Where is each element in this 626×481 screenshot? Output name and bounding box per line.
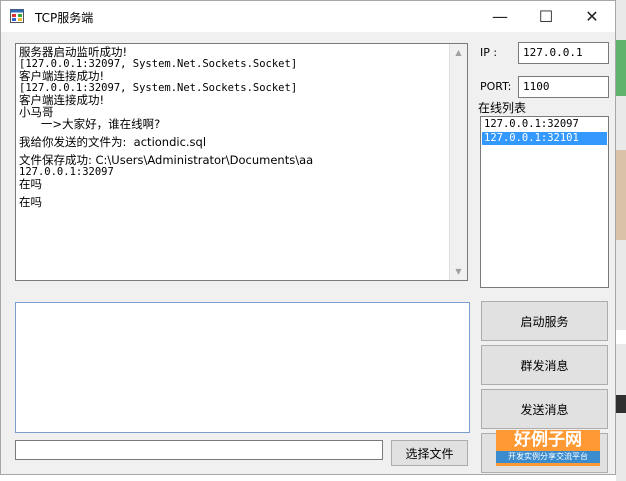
- desktop-fragment: [616, 395, 626, 413]
- log-line: 客户端连接成功!: [19, 93, 105, 107]
- title-bar[interactable]: TCP服务端 — ☐ ✕: [1, 1, 615, 32]
- log-line: 服务器启动监听成功!: [19, 45, 128, 59]
- chat-log-scrollbar[interactable]: ▲ ▼: [449, 44, 467, 280]
- log-line: 文件保存成功: C:\Users\Administrator\Documents…: [19, 153, 314, 167]
- watermark-subtitle: 开发实例分享交流平台: [496, 451, 600, 463]
- client-area: 服务器启动监听成功! [127.0.0.1:32097, System.Net.S…: [1, 32, 615, 474]
- ip-field[interactable]: 127.0.0.1: [518, 42, 609, 64]
- desktop-fragment: [616, 40, 626, 96]
- log-line: 在吗: [19, 177, 42, 191]
- log-line: 127.0.0.1:32097: [19, 166, 114, 178]
- desktop-background: [616, 0, 626, 481]
- log-line: 一>大家好，谁在线啊?: [19, 117, 161, 131]
- app-icon: [10, 9, 24, 23]
- start-service-button[interactable]: 启动服务: [481, 301, 608, 341]
- scroll-down-icon[interactable]: ▼: [450, 263, 467, 280]
- online-list[interactable]: 127.0.0.1:32097 127.0.0.1:32101: [480, 116, 609, 288]
- file-path-field[interactable]: [15, 440, 383, 460]
- window-title: TCP服务端: [35, 11, 94, 25]
- log-line: 客户端连接成功!: [19, 69, 105, 83]
- online-list-label: 在线列表: [478, 101, 527, 115]
- chat-log[interactable]: 服务器启动监听成功! [127.0.0.1:32097, System.Net.S…: [15, 43, 468, 281]
- maximize-button[interactable]: ☐: [523, 1, 569, 32]
- broadcast-button[interactable]: 群发消息: [481, 345, 608, 385]
- choose-file-button[interactable]: 选择文件: [391, 440, 468, 466]
- message-input[interactable]: [15, 302, 470, 433]
- close-button[interactable]: ✕: [569, 1, 615, 32]
- port-label: PORT:: [480, 80, 512, 93]
- desktop-fragment: [616, 330, 626, 344]
- scroll-up-icon[interactable]: ▲: [450, 44, 467, 61]
- log-line: 在吗: [19, 195, 42, 209]
- site-watermark: 好例子网 开发实例分享交流平台: [496, 430, 600, 466]
- tcp-server-window: TCP服务端 — ☐ ✕ 服务器启动监听成功! [127.0.0.1:32097,…: [0, 0, 616, 475]
- log-line: 我给你发送的文件为: actiondic.sql: [19, 135, 207, 149]
- ip-label: IP :: [480, 46, 498, 59]
- watermark-title: 好例子网: [514, 430, 582, 450]
- desktop-fragment: [616, 150, 626, 240]
- online-list-item-selected[interactable]: 127.0.0.1:32101: [482, 132, 607, 145]
- chat-log-lines: 服务器启动监听成功! [127.0.0.1:32097, System.Net.S…: [19, 46, 449, 208]
- minimize-button[interactable]: —: [477, 1, 523, 32]
- port-field[interactable]: 1100: [518, 76, 609, 98]
- send-message-button[interactable]: 发送消息: [481, 389, 608, 429]
- online-list-item[interactable]: 127.0.0.1:32097: [482, 118, 607, 131]
